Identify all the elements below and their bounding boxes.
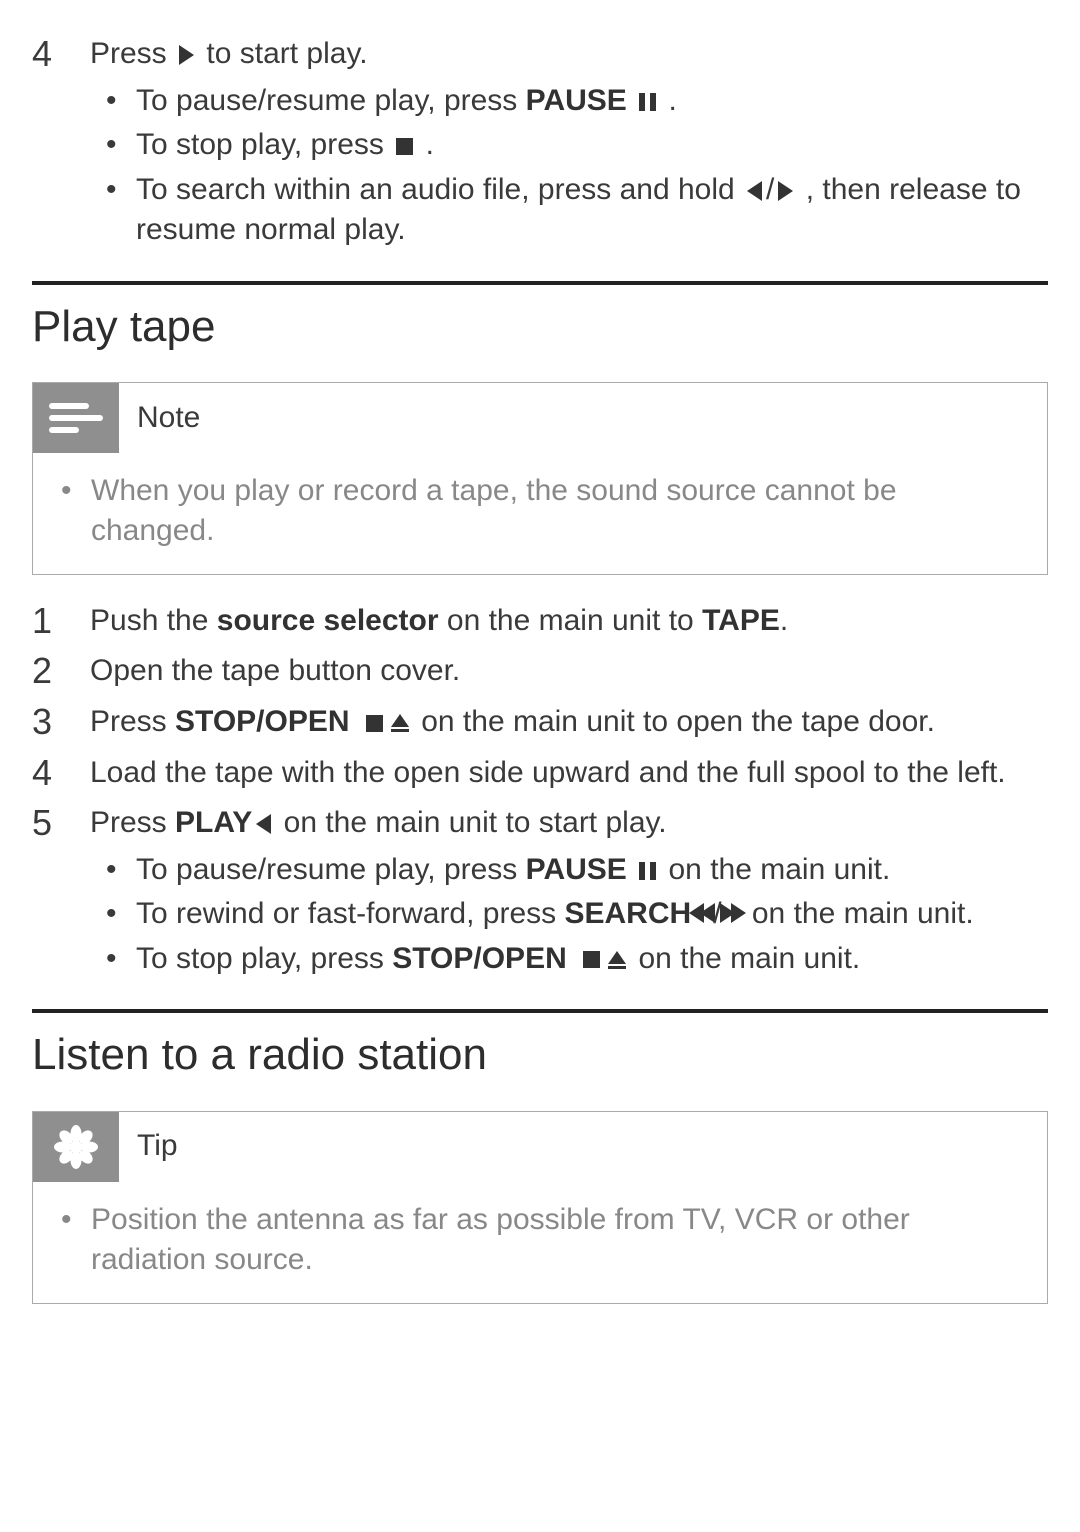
label-tape: TAPE bbox=[702, 604, 780, 637]
text: Press bbox=[90, 705, 167, 738]
label-stop-open: STOP/OPEN bbox=[175, 705, 350, 738]
text: To search within an audio file, press an… bbox=[136, 173, 735, 206]
note-callout: Note When you play or record a tape, the… bbox=[32, 382, 1048, 575]
note-icon bbox=[33, 383, 119, 453]
pause-icon bbox=[639, 93, 656, 111]
label-pause: PAUSE bbox=[526, 853, 627, 886]
eject-icon bbox=[391, 714, 409, 732]
bullet-search: To search within an audio file, press an… bbox=[90, 170, 1048, 251]
heading-radio: Listen to a radio station bbox=[32, 1025, 1048, 1084]
tape-step-3: 3 Press STOP/OPEN on the main unit to op… bbox=[32, 698, 1048, 747]
text: Push the bbox=[90, 604, 208, 637]
step-number: 2 bbox=[32, 647, 68, 696]
stop-eject-icon bbox=[579, 951, 626, 969]
step-body: Press to start play. To pause/resume pla… bbox=[90, 30, 1048, 255]
heading-play-tape: Play tape bbox=[32, 297, 1048, 356]
step-body: Open the tape button cover. bbox=[90, 647, 1048, 696]
bullet-pause: To pause/resume play, press PAUSE . bbox=[90, 81, 1048, 122]
text: . bbox=[668, 84, 676, 117]
bullet-search: To rewind or fast-forward, press SEARCH/… bbox=[90, 894, 1048, 935]
text: To stop play, press bbox=[136, 128, 384, 161]
text: Press bbox=[90, 37, 167, 70]
seek-icons: / bbox=[743, 173, 806, 206]
play-left-icon bbox=[256, 814, 271, 834]
tape-step-2: 2 Open the tape button cover. bbox=[32, 647, 1048, 696]
forward-double-icon bbox=[722, 903, 744, 923]
stop-icon bbox=[583, 951, 600, 968]
step-4-play: 4 Press to start play. To pause/resume p… bbox=[32, 30, 1048, 255]
note-glyph bbox=[49, 403, 103, 433]
tip-glyph bbox=[54, 1125, 98, 1169]
label-search: SEARCH bbox=[565, 897, 692, 930]
eject-icon bbox=[608, 951, 626, 969]
step-number: 4 bbox=[32, 749, 68, 798]
step-number: 3 bbox=[32, 698, 68, 747]
stop-icon bbox=[366, 715, 383, 732]
sub-bullets: To pause/resume play, press PAUSE on the… bbox=[90, 850, 1048, 980]
text: To pause/resume play, press bbox=[136, 853, 517, 886]
text: To pause/resume play, press bbox=[136, 84, 517, 117]
bullet-pause: To pause/resume play, press PAUSE on the… bbox=[90, 850, 1048, 891]
step-body: Push the source selector on the main uni… bbox=[90, 597, 1048, 646]
text: on the main unit to open the tape door. bbox=[421, 705, 935, 738]
stop-icon bbox=[396, 138, 413, 155]
tape-step-5: 5 Press PLAY on the main unit to start p… bbox=[32, 799, 1048, 983]
text: Press bbox=[90, 806, 167, 839]
text: . bbox=[426, 128, 434, 161]
sub-bullets: To pause/resume play, press PAUSE . To s… bbox=[90, 81, 1048, 251]
text: on the main unit to bbox=[447, 604, 694, 637]
callout-body: Position the antenna as far as possible … bbox=[33, 1182, 1047, 1303]
step-body: Press PLAY on the main unit to start pla… bbox=[90, 799, 1048, 983]
step-body: Press STOP/OPEN on the main unit to open… bbox=[90, 698, 1048, 747]
label-stop-open: STOP/OPEN bbox=[392, 942, 567, 975]
text: on the main unit. bbox=[752, 897, 974, 930]
step-number: 4 bbox=[32, 30, 68, 255]
section-divider bbox=[32, 281, 1048, 285]
text: to start play. bbox=[206, 37, 367, 70]
tip-icon bbox=[33, 1112, 119, 1182]
step-body: Load the tape with the open side upward … bbox=[90, 749, 1048, 798]
tip-callout: Tip Position the antenna as far as possi… bbox=[32, 1111, 1048, 1304]
section-divider bbox=[32, 1009, 1048, 1013]
forward-icon bbox=[778, 181, 793, 201]
step-number: 5 bbox=[32, 799, 68, 983]
bullet-stop: To stop play, press STOP/OPEN on the mai… bbox=[90, 939, 1048, 980]
callout-header: Note bbox=[33, 383, 1047, 453]
tape-step-1: 1 Push the source selector on the main u… bbox=[32, 597, 1048, 646]
label-source-selector: source selector bbox=[217, 604, 439, 637]
step-number: 1 bbox=[32, 597, 68, 646]
rewind-double-icon bbox=[691, 903, 713, 923]
label-pause: PAUSE bbox=[526, 84, 627, 117]
callout-header: Tip bbox=[33, 1112, 1047, 1182]
text: on the main unit to start play. bbox=[284, 806, 667, 839]
callout-title: Tip bbox=[119, 1126, 178, 1167]
callout-body: When you play or record a tape, the soun… bbox=[33, 453, 1047, 574]
pause-icon bbox=[639, 862, 656, 880]
tape-step-4: 4 Load the tape with the open side upwar… bbox=[32, 749, 1048, 798]
label-play: PLAY bbox=[175, 806, 252, 839]
text: To rewind or fast-forward, press bbox=[136, 897, 556, 930]
callout-title: Note bbox=[119, 398, 200, 439]
tip-text: Position the antenna as far as possible … bbox=[61, 1200, 1019, 1281]
bullet-stop: To stop play, press . bbox=[90, 125, 1048, 166]
play-icon bbox=[179, 45, 194, 65]
rewind-icon bbox=[747, 181, 762, 201]
text: To stop play, press bbox=[136, 942, 384, 975]
note-text: When you play or record a tape, the soun… bbox=[61, 471, 1019, 552]
text: on the main unit. bbox=[638, 942, 860, 975]
text: . bbox=[780, 604, 788, 637]
stop-eject-icon bbox=[362, 714, 409, 732]
text: on the main unit. bbox=[668, 853, 890, 886]
